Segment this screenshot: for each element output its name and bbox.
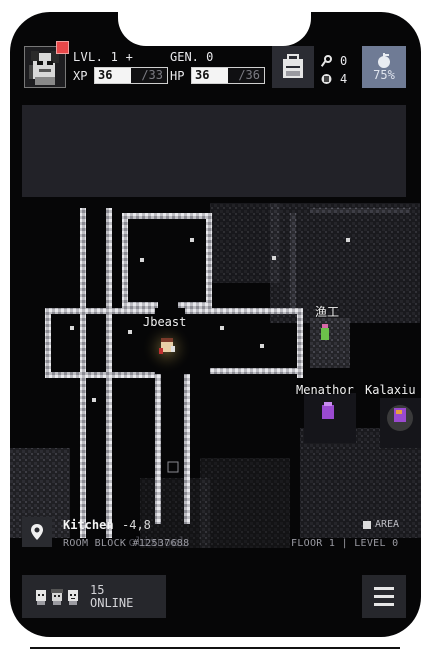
player-name-kalaxiu: Kalaxiu (365, 383, 416, 397)
coins-counter: 4 (321, 70, 347, 88)
map-tiles (10, 203, 421, 548)
room-block-id: ROOM BLOCK #12537688 (63, 538, 190, 549)
key-icon (321, 55, 332, 67)
player-generation: GEN. 0 (170, 50, 214, 64)
xp-stat: XP 36 /33 (73, 67, 168, 84)
backpack-button[interactable] (272, 46, 314, 88)
player-face-icon (68, 589, 78, 605)
map-pin-icon (31, 524, 43, 540)
game-screen: LVL. 1 + GEN. 0 XP 36 /33 HP 36 /36 0 4 … (10, 12, 421, 637)
online-avatars (34, 588, 80, 605)
coin-icon (321, 74, 332, 84)
player-name-yugong: 渔工 (315, 305, 340, 319)
keys-counter: 0 (321, 52, 347, 70)
keys-count: 0 (340, 54, 348, 68)
hp-value: 36 (195, 68, 210, 82)
player-level[interactable]: LVL. 1 + (73, 50, 133, 64)
xp-max: /33 (141, 68, 163, 82)
device-notch (118, 12, 311, 46)
resource-counters: 0 4 (321, 52, 347, 88)
home-indicator[interactable] (30, 647, 400, 649)
coins-count: 4 (340, 72, 348, 86)
dungeon-map[interactable]: Jbeast 渔工 Menathor Kalaxiu clixnoel (10, 198, 421, 558)
area-label: AREA (375, 519, 400, 530)
player-face-icon (36, 589, 46, 605)
food-button[interactable]: 75% (362, 46, 406, 88)
xp-bar: 36 /33 (94, 67, 168, 84)
player-sprite-kalaxiu (387, 405, 413, 431)
room-coordinates: -4,8 (122, 518, 151, 532)
hamburger-icon (374, 587, 394, 590)
hp-bar: 36 /36 (191, 67, 265, 84)
player-sprite-yugong (321, 324, 329, 340)
hp-stat: HP 36 /36 (170, 67, 265, 84)
xp-label: XP (73, 68, 88, 83)
hp-max: /36 (238, 68, 260, 82)
player-name-menathor: Menathor (296, 383, 354, 397)
online-status: 15 ONLINE (90, 582, 134, 610)
online-count: 15 (90, 582, 105, 597)
notification-badge[interactable] (56, 41, 69, 54)
floor-level: FLOOR 1 | LEVEL 0 (291, 538, 399, 549)
player-sprite-jbeast (159, 338, 175, 354)
room-name: Kitchen (63, 518, 114, 532)
player-face-icon (51, 588, 63, 605)
area-toggle[interactable]: AREA (363, 519, 399, 530)
banner-panel (22, 105, 406, 197)
online-label: ONLINE (90, 595, 134, 610)
hp-label: HP (170, 68, 185, 83)
online-players-button[interactable]: 15 ONLINE (22, 575, 166, 618)
menu-button[interactable] (362, 575, 406, 618)
food-percent: 75% (373, 68, 395, 82)
area-square-icon (363, 520, 371, 529)
xp-value: 36 (98, 68, 113, 82)
apple-icon (378, 53, 390, 68)
backpack-icon (283, 54, 303, 78)
player-name-jbeast: Jbeast (143, 315, 187, 329)
location-pin-button[interactable] (22, 517, 52, 547)
